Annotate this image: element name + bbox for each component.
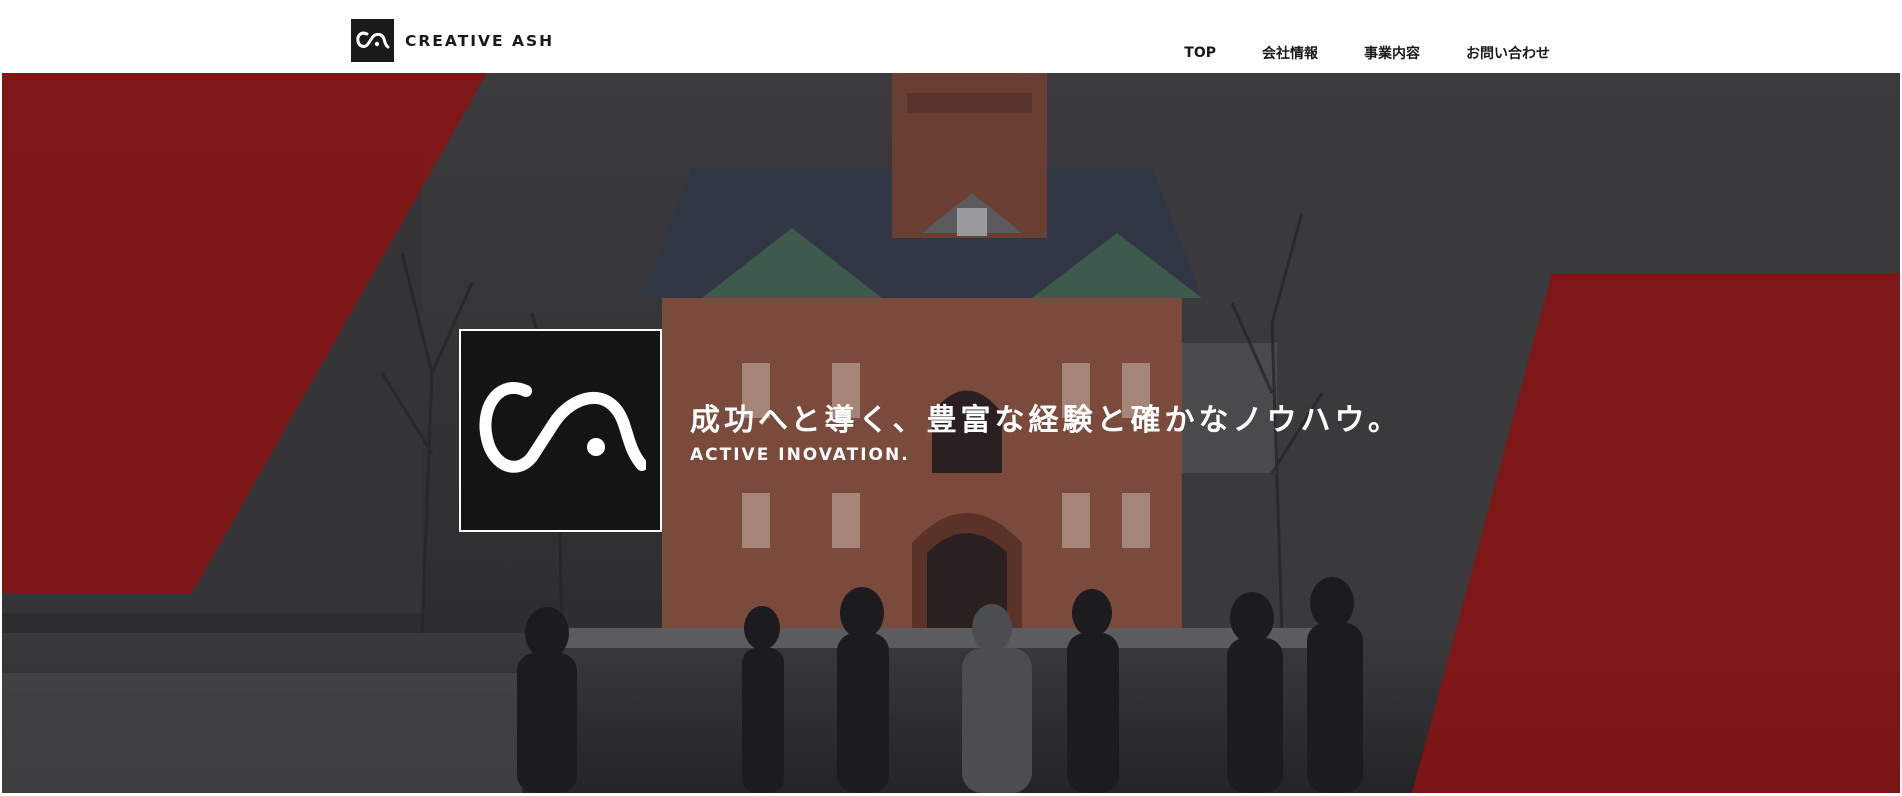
hero-subline: ACTIVE INOVATION. xyxy=(690,445,910,465)
ca-emblem-icon xyxy=(478,381,646,473)
hero-emblem xyxy=(459,329,662,532)
ca-logo-icon xyxy=(351,19,394,62)
main-nav: TOP 会社情報 事業内容 お問い合わせ xyxy=(1184,43,1550,63)
nav-item-contact[interactable]: お問い合わせ xyxy=(1466,43,1550,63)
brand-name: CREATIVE ASH xyxy=(405,31,555,50)
hero-tagline: 成功へと導く、豊富な経験と確かなノウハウ。 xyxy=(690,403,1402,438)
nav-item-services[interactable]: 事業内容 xyxy=(1364,43,1420,63)
hero-section: 成功へと導く、豊富な経験と確かなノウハウ。 ACTIVE INOVATION. xyxy=(2,73,1900,793)
nav-item-top[interactable]: TOP xyxy=(1184,45,1216,61)
site-header: CREATIVE ASH TOP 会社情報 事業内容 お問い合わせ xyxy=(0,0,1902,73)
nav-item-company[interactable]: 会社情報 xyxy=(1262,43,1318,63)
brand-logo[interactable]: CREATIVE ASH xyxy=(351,19,554,62)
